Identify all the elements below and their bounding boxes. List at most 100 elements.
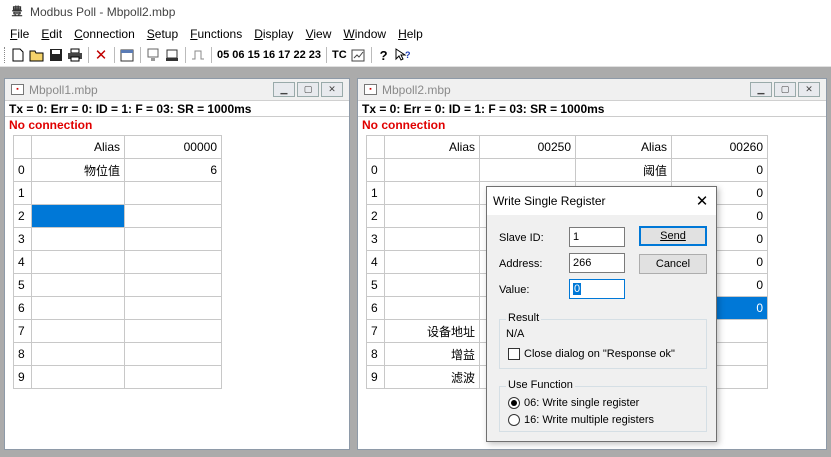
alias-cell[interactable] — [384, 227, 480, 251]
toolbar: ✕ 05 06 15 16 17 22 23 TC ? ? — [0, 44, 831, 67]
modbus-poll-app: 豊 Modbus Poll - Mbpoll2.mbp File Edit Co… — [0, 0, 831, 457]
alias-cell[interactable] — [384, 181, 480, 205]
value-cell[interactable]: 6 — [124, 158, 222, 182]
alias-cell[interactable] — [31, 319, 125, 343]
dialog-title: Write Single Register — [493, 194, 606, 208]
table-row: 6 — [13, 296, 222, 320]
traffic-button[interactable]: TC — [330, 49, 349, 61]
alias-cell[interactable] — [31, 365, 125, 389]
address-column-header-2[interactable]: 00260 — [671, 135, 768, 159]
alias-cell[interactable] — [31, 342, 125, 366]
cancel-button[interactable]: Cancel — [639, 254, 707, 274]
send-button[interactable]: Send — [639, 226, 707, 246]
toolbar-grip[interactable] — [4, 47, 6, 63]
open-folder-icon[interactable] — [28, 46, 46, 64]
selected-alias-cell[interactable] — [31, 204, 125, 228]
table-row: 0 物位值 6 — [13, 158, 222, 182]
alias-cell[interactable] — [384, 158, 480, 182]
menu-file[interactable]: File — [6, 27, 33, 41]
toolbar-separator — [140, 47, 141, 63]
value-field[interactable]: 0 — [569, 279, 625, 299]
alias-cell[interactable] — [384, 296, 480, 320]
alias-cell[interactable] — [31, 296, 125, 320]
disconnect-icon[interactable] — [163, 46, 181, 64]
address-column-header[interactable]: 00000 — [124, 135, 222, 159]
slave-id-label: Slave ID: — [499, 232, 544, 244]
alias-cell[interactable] — [31, 250, 125, 274]
minimize-button[interactable]: ▁ — [273, 82, 295, 97]
menu-functions[interactable]: Functions — [186, 27, 246, 41]
chart-icon[interactable] — [349, 46, 367, 64]
close-button[interactable]: ✕ — [321, 82, 343, 97]
table-row: 5 — [13, 273, 222, 297]
save-icon[interactable] — [47, 46, 65, 64]
alias-cell[interactable] — [31, 181, 125, 205]
connect-icon[interactable] — [144, 46, 162, 64]
value-cell[interactable] — [124, 273, 222, 297]
fn16-label[interactable]: 16: Write multiple registers — [524, 414, 654, 426]
alias-cell-2[interactable]: 阈值 — [575, 158, 672, 182]
value-cell[interactable] — [124, 342, 222, 366]
function-codes-buttons[interactable]: 05 06 15 16 17 22 23 — [215, 49, 323, 61]
menu-help[interactable]: Help — [394, 27, 427, 41]
alias-cell[interactable] — [384, 250, 480, 274]
toolbar-separator — [325, 47, 327, 63]
use-function-legend: Use Function — [506, 379, 575, 391]
value-cell-2[interactable]: 0 — [671, 158, 768, 182]
mbpoll2-titlebar[interactable]: ▪ Mbpoll2.mbp ▁ ▢ ✕ — [358, 79, 826, 101]
value-cell[interactable] — [479, 158, 576, 182]
table-header-row: Alias 00000 — [13, 135, 222, 159]
row-number: 3 — [366, 227, 385, 251]
maximize-button[interactable]: ▢ — [297, 82, 319, 97]
maximize-button[interactable]: ▢ — [774, 82, 796, 97]
address-column-header[interactable]: 00250 — [479, 135, 576, 159]
fn06-radio[interactable] — [508, 397, 520, 409]
alias-cell[interactable]: 滤波 — [384, 365, 480, 389]
context-help-icon[interactable]: ? — [394, 46, 412, 64]
alias-cell[interactable] — [31, 227, 125, 251]
new-file-icon[interactable] — [9, 46, 27, 64]
slave-id-field[interactable]: 1 — [569, 227, 625, 247]
alias-column-header[interactable]: Alias — [384, 135, 480, 159]
table-row: 0 阈值 0 — [366, 158, 768, 182]
value-cell[interactable] — [124, 319, 222, 343]
menu-connection[interactable]: Connection — [70, 27, 139, 41]
menu-window[interactable]: Window — [339, 27, 390, 41]
value-cell[interactable] — [124, 250, 222, 274]
fn16-radio[interactable] — [508, 414, 520, 426]
close-icon[interactable]: ✕ — [688, 192, 716, 210]
window-icon[interactable] — [118, 46, 136, 64]
toolbar-separator — [370, 47, 372, 63]
pulse-icon[interactable] — [189, 46, 207, 64]
delete-icon[interactable]: ✕ — [92, 46, 110, 64]
value-cell[interactable] — [124, 296, 222, 320]
value-cell[interactable] — [124, 204, 222, 228]
alias-column-header-2[interactable]: Alias — [575, 135, 672, 159]
value-cell[interactable] — [124, 365, 222, 389]
close-on-ok-label[interactable]: Close dialog on "Response ok" — [524, 348, 675, 360]
dialog-titlebar[interactable]: Write Single Register ✕ — [487, 187, 716, 215]
alias-cell[interactable] — [384, 204, 480, 228]
table-row: 8 — [13, 342, 222, 366]
menu-view[interactable]: View — [302, 27, 336, 41]
alias-cell[interactable]: 增益 — [384, 342, 480, 366]
alias-cell[interactable]: 设备地址 — [384, 319, 480, 343]
alias-cell[interactable]: 物位值 — [31, 158, 125, 182]
alias-cell[interactable] — [31, 273, 125, 297]
minimize-button[interactable]: ▁ — [750, 82, 772, 97]
document-icon: ▪ — [11, 84, 24, 95]
close-on-ok-checkbox[interactable] — [508, 348, 520, 360]
address-field[interactable]: 266 — [569, 253, 625, 273]
mbpoll1-titlebar[interactable]: ▪ Mbpoll1.mbp ▁ ▢ ✕ — [5, 79, 349, 101]
menu-display[interactable]: Display — [250, 27, 297, 41]
value-cell[interactable] — [124, 227, 222, 251]
close-button[interactable]: ✕ — [798, 82, 820, 97]
help-icon[interactable]: ? — [375, 46, 393, 64]
menu-setup[interactable]: Setup — [143, 27, 182, 41]
menu-edit[interactable]: Edit — [37, 27, 66, 41]
value-cell[interactable] — [124, 181, 222, 205]
fn06-label[interactable]: 06: Write single register — [524, 397, 639, 409]
alias-cell[interactable] — [384, 273, 480, 297]
print-icon[interactable] — [66, 46, 84, 64]
alias-column-header[interactable]: Alias — [31, 135, 125, 159]
